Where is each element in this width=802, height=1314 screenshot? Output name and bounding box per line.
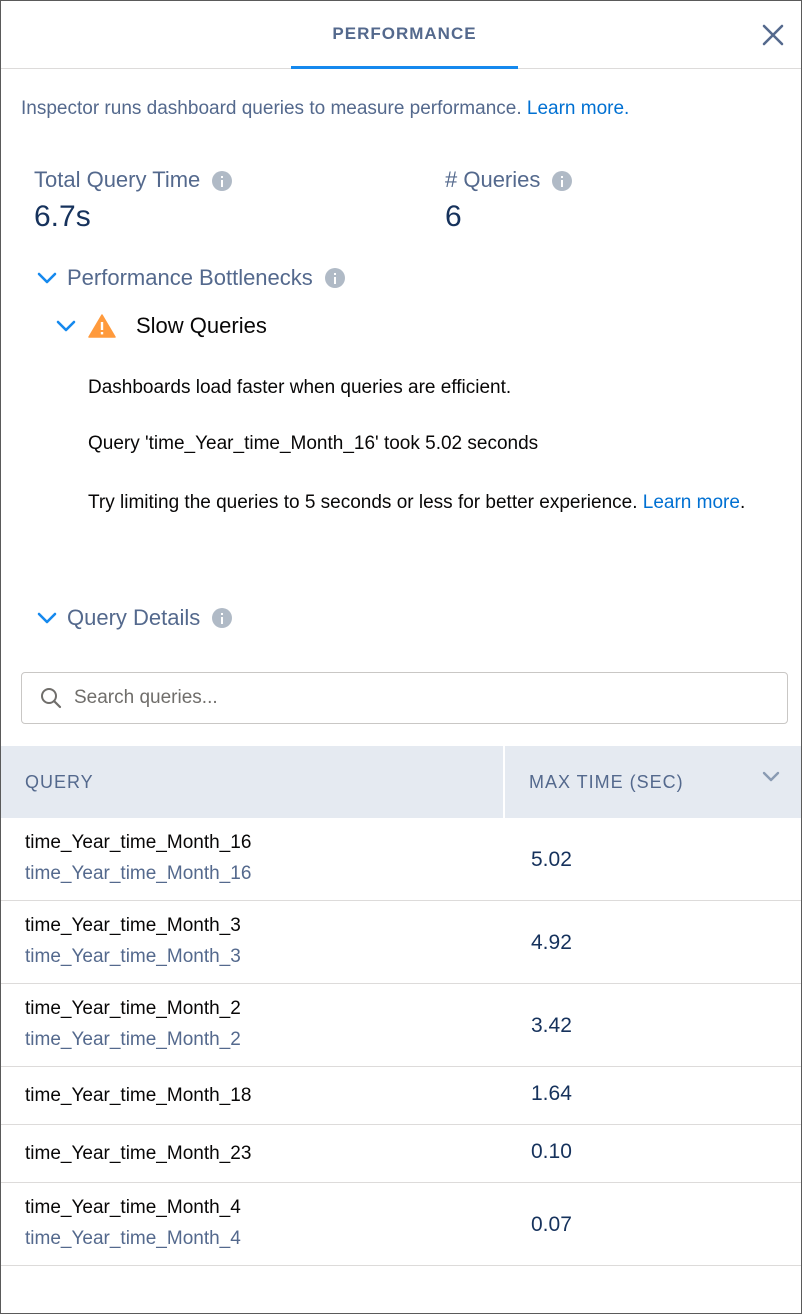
query-name: time_Year_time_Month_2	[25, 998, 241, 1019]
queries-count-label: # Queries	[445, 167, 573, 193]
chevron-down-icon	[56, 320, 76, 332]
slow-queries-recommendation: Try limiting the queries to 5 seconds or…	[88, 488, 783, 518]
chevron-down-icon	[37, 612, 57, 624]
query-max-time: 5.02	[531, 848, 572, 871]
info-icon[interactable]	[324, 268, 345, 288]
performance-bottlenecks-toggle[interactable]: Performance Bottlenecks	[37, 265, 345, 291]
warning-icon	[88, 314, 116, 338]
table-row[interactable]: time_Year_time_Month_3 time_Year_time_Mo…	[1, 901, 801, 984]
table-row[interactable]: time_Year_time_Month_4 time_Year_time_Mo…	[1, 1183, 801, 1266]
performance-bottlenecks-title: Performance Bottlenecks	[67, 265, 313, 290]
query-max-time: 0.10	[531, 1140, 572, 1163]
close-icon[interactable]	[761, 23, 785, 47]
tab-performance[interactable]: PERFORMANCE	[291, 1, 518, 69]
total-query-time-label-text: Total Query Time	[34, 167, 201, 192]
query-name: time_Year_time_Month_23	[25, 1143, 252, 1164]
performance-panel: PERFORMANCE Inspector runs dashboard que…	[0, 0, 802, 1314]
table-row[interactable]: time_Year_time_Month_18 1.64	[1, 1067, 801, 1125]
info-icon[interactable]	[552, 171, 573, 192]
query-name: time_Year_time_Month_4	[25, 1197, 241, 1218]
query-max-time: 0.07	[531, 1213, 572, 1236]
query-details-toggle[interactable]: Query Details	[37, 605, 233, 631]
queries-table: QUERY MAX TIME (SEC) time_Year_time_Mont…	[1, 746, 801, 1266]
queries-count-value: 6	[445, 200, 462, 233]
queries-count-label-text: # Queries	[445, 167, 541, 192]
query-name: time_Year_time_Month_16	[25, 832, 252, 853]
query-max-time: 3.42	[531, 1014, 572, 1037]
learn-more-link[interactable]: Learn more	[643, 492, 740, 513]
search-input[interactable]	[72, 686, 756, 710]
search-icon	[41, 688, 62, 709]
search-box[interactable]	[21, 672, 788, 724]
query-name: time_Year_time_Month_18	[25, 1085, 252, 1106]
slow-queries-description: Dashboards load faster when queries are …	[88, 377, 512, 398]
query-max-time: 1.64	[531, 1082, 572, 1105]
chevron-down-icon	[37, 272, 57, 284]
total-query-time-label: Total Query Time	[34, 167, 233, 193]
info-icon[interactable]	[212, 608, 233, 628]
slow-queries-title: Slow Queries	[136, 313, 267, 338]
recommendation-period: .	[739, 492, 746, 513]
query-details-title: Query Details	[67, 605, 201, 630]
intro-text: Inspector runs dashboard queries to meas…	[21, 98, 781, 120]
chevron-down-icon[interactable]	[761, 770, 781, 784]
panel-header: PERFORMANCE	[1, 1, 801, 69]
table-header: QUERY MAX TIME (SEC)	[1, 746, 801, 818]
query-label: time_Year_time_Month_4	[25, 1228, 241, 1249]
intro-description: Inspector runs dashboard queries to meas…	[21, 98, 527, 119]
column-header-max-time[interactable]: MAX TIME (SEC)	[529, 772, 684, 793]
total-query-time-value: 6.7s	[34, 200, 91, 233]
table-row[interactable]: time_Year_time_Month_16 time_Year_time_M…	[1, 818, 801, 901]
table-row[interactable]: time_Year_time_Month_2 time_Year_time_Mo…	[1, 984, 801, 1067]
query-label: time_Year_time_Month_16	[25, 863, 252, 884]
recommendation-text: Try limiting the queries to 5 seconds or…	[88, 492, 643, 513]
query-label: time_Year_time_Month_3	[25, 946, 241, 967]
query-name: time_Year_time_Month_3	[25, 915, 241, 936]
learn-more-link[interactable]: Learn more.	[527, 98, 629, 119]
slow-query-detail: Query 'time_Year_time_Month_16' took 5.0…	[88, 433, 539, 454]
column-divider	[503, 746, 505, 818]
info-icon[interactable]	[212, 171, 233, 192]
slow-queries-toggle[interactable]: Slow Queries	[56, 313, 267, 339]
table-row[interactable]: time_Year_time_Month_23 0.10	[1, 1125, 801, 1183]
query-max-time: 4.92	[531, 931, 572, 954]
query-label: time_Year_time_Month_2	[25, 1029, 241, 1050]
column-header-query[interactable]: QUERY	[25, 772, 94, 793]
